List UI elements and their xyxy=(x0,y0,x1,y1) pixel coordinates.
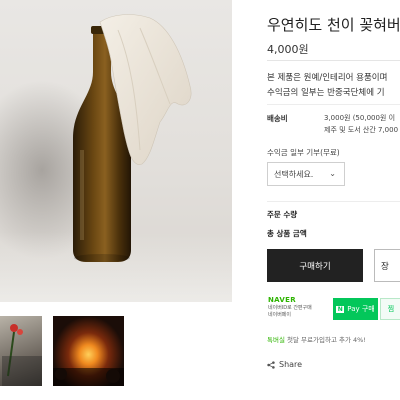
chevron-down-icon: ⌄ xyxy=(329,169,336,178)
thumbnail-flower-image xyxy=(2,324,42,386)
order-total-label: 총 상품 금액 xyxy=(267,229,307,238)
bottle-with-cloth-illustration xyxy=(73,14,192,262)
points-promo-highlight: 톡버실 xyxy=(267,336,285,344)
divider xyxy=(267,60,400,61)
product-price: 4,000원 xyxy=(267,43,309,56)
naver-pay-box: NAVER 네이버ID로 간편구매 네이버페이 N Pay 구매 찜 xyxy=(267,296,400,326)
share-link[interactable]: Share xyxy=(267,360,302,369)
naver-pay-button[interactable]: N Pay 구매 xyxy=(333,298,378,320)
product-info-panel: 우연히도 천이 꽂혀버 4,000원 본 제품은 원예/인테리어 용품이며 수익… xyxy=(267,0,400,400)
naver-logo: NAVER xyxy=(268,296,296,304)
product-title: 우연히도 천이 꽂혀버 xyxy=(267,16,400,34)
option-label: 수익금 일부 기부(무료) xyxy=(267,148,340,157)
product-description-line-2: 수익금의 일부는 반중국단체에 기 xyxy=(267,88,385,98)
shipping-value-line-1: 3,000원 (50,000원 이 xyxy=(324,114,396,122)
shipping-label: 배송비 xyxy=(267,114,288,123)
naver-n-icon: N xyxy=(336,305,345,313)
order-quantity-label: 주문 수량 xyxy=(267,210,298,219)
product-main-image[interactable] xyxy=(0,0,232,302)
option-select[interactable]: 선택하세요. ⌄ xyxy=(267,162,345,186)
thumbnail-fire-image xyxy=(53,368,124,386)
points-promo[interactable]: 톡버실 첫달 무료가입하고 추가 4%! xyxy=(267,334,366,344)
naver-subtext-line-1: 네이버ID로 간편구매 xyxy=(268,305,312,311)
option-select-value: 선택하세요. xyxy=(274,169,314,179)
points-promo-text: 첫달 무료가입하고 추가 4%! xyxy=(284,336,366,344)
buy-button[interactable]: 구매하기 xyxy=(267,249,363,282)
naver-wishlist-button[interactable]: 찜 xyxy=(380,298,400,320)
thumbnail-1[interactable] xyxy=(0,316,42,386)
naver-pay-label: Pay 구매 xyxy=(347,305,375,313)
share-icon xyxy=(267,360,275,369)
divider xyxy=(267,104,400,105)
naver-subtext: 네이버ID로 간편구매 네이버페이 xyxy=(268,305,312,318)
shipping-value-line-2: 제주 및 도서 산간 7,000 xyxy=(324,126,399,134)
share-label: Share xyxy=(279,360,303,369)
divider xyxy=(267,201,400,202)
thumbnail-2[interactable] xyxy=(53,316,124,386)
cart-button[interactable]: 장 xyxy=(374,249,400,282)
naver-subtext-line-2: 네이버페이 xyxy=(268,311,292,318)
product-description-line-1: 본 제품은 원예/인테리어 용품이며 xyxy=(267,73,388,83)
